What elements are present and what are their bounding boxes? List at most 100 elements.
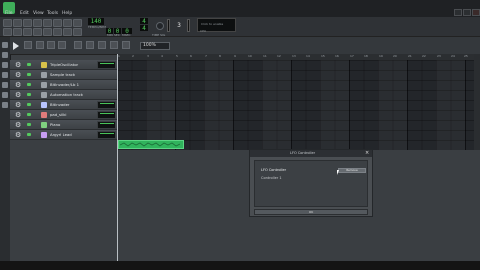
add-sample-track-button[interactable] (47, 41, 55, 49)
track-volume-display[interactable] (97, 61, 116, 69)
auto-scroll-button[interactable] (122, 41, 130, 49)
minimize-button[interactable] (454, 9, 462, 16)
ruler-tick: 14 (306, 54, 310, 58)
mute-led[interactable] (27, 123, 31, 126)
track-row[interactable]: ⚙ Bitinvader (10, 100, 117, 110)
ruler-tick: 25 (464, 54, 468, 58)
mute-led[interactable] (27, 73, 31, 76)
my-presets-icon[interactable] (2, 72, 8, 78)
gear-icon[interactable]: ⚙ (15, 81, 21, 89)
track-name[interactable]: pad_silki (50, 112, 66, 118)
mute-led[interactable] (27, 83, 31, 86)
track-row[interactable]: ⚙ BitInvader/Lb 1 (10, 80, 117, 90)
bb-track-icon (41, 82, 47, 88)
controller-dialog: LFO Controller × LFO Controller Controll… (249, 149, 373, 217)
my-projects-icon[interactable] (2, 52, 8, 58)
my-home-icon[interactable] (2, 82, 8, 88)
vertical-scrollbar[interactable] (474, 54, 480, 150)
save-project-icon[interactable] (43, 19, 52, 27)
stop-button[interactable] (24, 41, 32, 49)
gear-icon[interactable]: ⚙ (15, 101, 21, 109)
controller-name-label: Controller 1 (261, 176, 282, 180)
fx-mixer-icon[interactable] (43, 28, 52, 36)
record-play-button[interactable] (110, 41, 118, 49)
export-project-icon[interactable] (53, 19, 62, 27)
mute-led[interactable] (27, 103, 31, 106)
master-volume-slider[interactable] (167, 19, 170, 32)
track-row[interactable]: ⚙ Argyrl Lead (10, 130, 117, 140)
draw-mode-button[interactable] (74, 41, 82, 49)
play-icon[interactable] (13, 42, 19, 50)
track-name[interactable]: Bitinvader (50, 102, 70, 108)
bar-shade (204, 60, 233, 150)
track-row[interactable]: ⚙ Automation track (10, 90, 117, 100)
ruler-tick: 2 (132, 54, 134, 58)
close-icon[interactable]: × (365, 150, 369, 157)
gear-icon[interactable]: ⚙ (15, 71, 21, 79)
mute-led[interactable] (27, 113, 31, 116)
time-sig-denominator[interactable]: 4 (140, 25, 148, 32)
dialog-titlebar[interactable]: LFO Controller × (250, 150, 372, 157)
gear-icon[interactable]: ⚙ (15, 111, 21, 119)
recent-projects-icon[interactable] (33, 19, 42, 27)
track-instrument-icon (41, 122, 47, 128)
track-volume-display[interactable] (97, 121, 116, 129)
root-directory-icon[interactable] (2, 92, 8, 98)
track-name[interactable]: Piano (50, 122, 60, 128)
track-row[interactable]: ⚙ Piano (10, 120, 117, 130)
bar-shade (436, 60, 465, 150)
new-project-icon[interactable] (3, 19, 12, 27)
track-name[interactable]: Argyrl Lead (50, 132, 72, 138)
piano-roll-icon[interactable] (23, 28, 32, 36)
new-from-template-icon[interactable] (13, 19, 22, 27)
project-notes-icon[interactable] (53, 28, 62, 36)
automation-editor-icon[interactable] (33, 28, 42, 36)
pattern-clip-notes (120, 142, 180, 147)
track-row[interactable]: ⚙ pad_silki (10, 110, 117, 120)
track-volume-display[interactable] (97, 101, 116, 109)
beat-bassline-icon[interactable] (13, 28, 22, 36)
tempo-display[interactable]: 140 (88, 18, 104, 25)
song-editor-icon[interactable] (3, 28, 12, 36)
dialog-ok-button[interactable]: OK (254, 209, 368, 215)
ruler-tick: 23 (437, 54, 441, 58)
track-row[interactable]: ⚙ TripleOscillator (10, 60, 117, 70)
redo-icon[interactable] (73, 19, 82, 27)
undo-icon[interactable] (63, 19, 72, 27)
main-toolbar (0, 17, 480, 37)
gear-icon[interactable]: ⚙ (15, 121, 21, 129)
close-window-button[interactable] (472, 9, 480, 16)
song-editor-empty-area[interactable] (10, 150, 480, 261)
time-sig-numerator[interactable]: 4 (140, 18, 148, 25)
master-pitch-slider[interactable] (187, 19, 190, 32)
gear-icon[interactable]: ⚙ (15, 131, 21, 139)
track-name[interactable]: BitInvader/Lb 1 (50, 82, 79, 88)
add-bb-track-button[interactable] (36, 41, 44, 49)
track-name[interactable]: Sample track (50, 72, 75, 78)
gear-icon[interactable]: ⚙ (15, 61, 21, 69)
playhead-line[interactable] (117, 54, 118, 261)
maximize-button[interactable] (463, 9, 471, 16)
my-samples-icon[interactable] (2, 62, 8, 68)
metronome-icon[interactable] (73, 28, 82, 36)
track-volume-display[interactable] (97, 131, 116, 139)
gear-icon[interactable]: ⚙ (15, 91, 21, 99)
track-volume-display[interactable] (97, 111, 116, 119)
computer-icon[interactable] (2, 102, 8, 108)
remove-controller-button[interactable]: Remove (338, 168, 366, 173)
zoom-combo[interactable]: 100% (140, 42, 170, 50)
mute-led[interactable] (27, 133, 31, 136)
track-name[interactable]: TripleOscillator (50, 62, 78, 68)
track-row[interactable]: ⚙ Sample track (10, 70, 117, 80)
record-button[interactable] (98, 41, 106, 49)
cpu-graph-hint: Click to enable (201, 22, 224, 26)
track-name[interactable]: Automation track (50, 92, 83, 98)
edit-mode-button[interactable] (86, 41, 94, 49)
open-project-icon[interactable] (23, 19, 32, 27)
controller-rack-icon[interactable] (63, 28, 72, 36)
add-automation-track-button[interactable] (58, 41, 66, 49)
mute-led[interactable] (27, 93, 31, 96)
mute-led[interactable] (27, 63, 31, 66)
instrument-plugins-icon[interactable] (2, 42, 8, 48)
master-volume-knob[interactable] (156, 22, 164, 30)
